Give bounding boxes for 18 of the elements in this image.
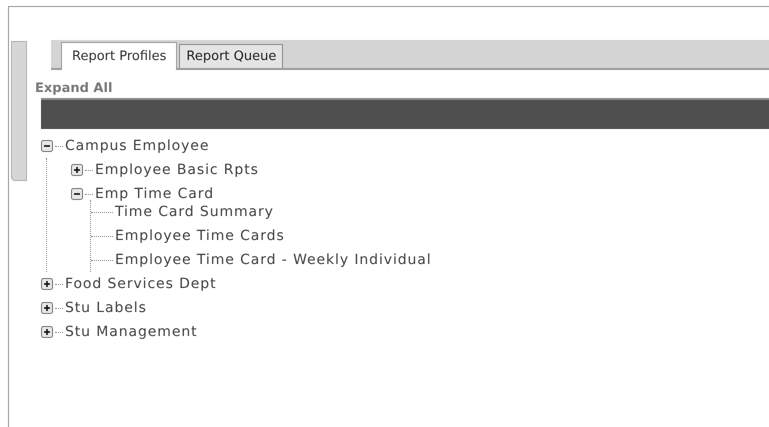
expand-icon[interactable]: [41, 326, 53, 338]
expand-all-link[interactable]: Expand All: [35, 80, 769, 98]
expand-icon[interactable]: [41, 278, 53, 290]
tree-item[interactable]: Time Card Summary: [115, 202, 274, 222]
collapse-icon[interactable]: [71, 188, 83, 200]
collapse-icon[interactable]: [41, 140, 53, 152]
expand-icon[interactable]: [41, 302, 53, 314]
tab[interactable]: Report Queue: [179, 44, 284, 68]
tree-item[interactable]: Employee Time Card - Weekly Individual: [115, 250, 432, 270]
tab[interactable]: Report Profiles: [61, 42, 178, 70]
tree-item[interactable]: Emp Time Card: [95, 184, 214, 204]
tree-item[interactable]: Campus Employee: [65, 136, 210, 156]
tree-item[interactable]: Stu Management: [65, 322, 198, 342]
tree-item[interactable]: Food Services Dept: [65, 274, 216, 294]
tree-item[interactable]: Employee Basic Rpts: [95, 160, 259, 180]
expand-icon[interactable]: [71, 164, 83, 176]
tree-item[interactable]: Stu Labels: [65, 298, 147, 318]
tree-item[interactable]: Employee Time Cards: [115, 226, 285, 246]
